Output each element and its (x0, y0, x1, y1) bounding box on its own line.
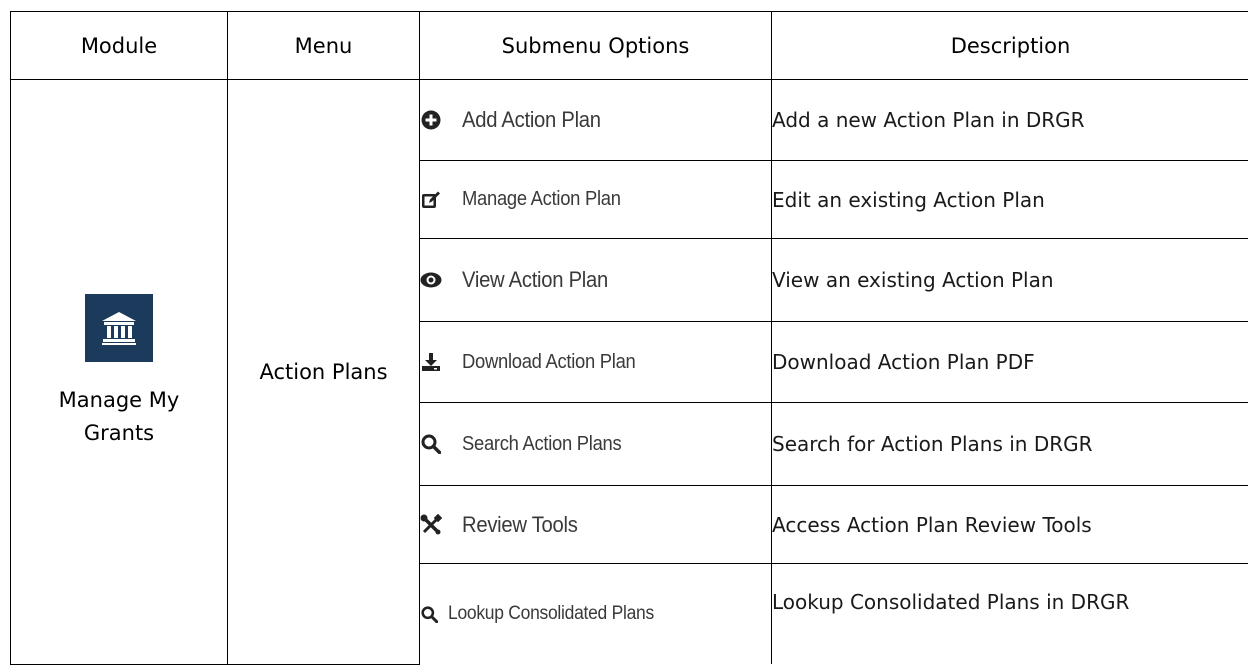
description-cell: View an existing Action Plan (772, 239, 1248, 322)
menu-cell: Action Plans (228, 80, 420, 665)
bank-icon (85, 294, 153, 362)
edit-icon (420, 189, 442, 211)
header-description: Description (772, 12, 1248, 80)
table-row: Manage MyGrants Action Plans Add Action … (11, 80, 1248, 161)
module-cell: Manage MyGrants (11, 80, 228, 665)
submenu-label: View Action Plan (462, 267, 608, 293)
module-label: Manage MyGrants (11, 384, 227, 450)
description-cell: Search for Action Plans in DRGR (772, 403, 1248, 486)
submenu-lookup-consolidated-plans: Lookup Consolidated Plans (420, 564, 772, 665)
submenu-review-tools: Review Tools (420, 486, 772, 564)
header-module: Module (11, 12, 228, 80)
submenu-label: Review Tools (462, 512, 578, 538)
submenu-label: Add Action Plan (462, 107, 601, 133)
header-row: Module Menu Submenu Options Description (11, 12, 1248, 80)
plus-circle-icon (420, 109, 442, 131)
submenu-view-action-plan: View Action Plan (420, 239, 772, 322)
description-cell: Download Action Plan PDF (772, 322, 1248, 403)
wrench-screwdriver-icon (420, 514, 442, 536)
header-menu: Menu (228, 12, 420, 80)
header-submenu: Submenu Options (420, 12, 772, 80)
search-icon (420, 605, 438, 623)
submenu-table: Module Menu Submenu Options Description … (10, 11, 1248, 665)
submenu-label: Search Action Plans (462, 433, 621, 456)
submenu-search-action-plans: Search Action Plans (420, 403, 772, 486)
download-icon (420, 351, 442, 373)
description-cell: Add a new Action Plan in DRGR (772, 80, 1248, 161)
submenu-add-action-plan: Add Action Plan (420, 80, 772, 161)
description-cell: Edit an existing Action Plan (772, 161, 1248, 239)
description-cell: Lookup Consolidated Plans in DRGR (772, 564, 1248, 665)
submenu-label: Download Action Plan (462, 351, 635, 374)
description-cell: Access Action Plan Review Tools (772, 486, 1248, 564)
search-icon (420, 433, 442, 455)
submenu-download-action-plan: Download Action Plan (420, 322, 772, 403)
submenu-label: Manage Action Plan (462, 188, 621, 211)
submenu-manage-action-plan: Manage Action Plan (420, 161, 772, 239)
eye-icon (420, 269, 442, 291)
submenu-label: Lookup Consolidated Plans (448, 603, 654, 625)
